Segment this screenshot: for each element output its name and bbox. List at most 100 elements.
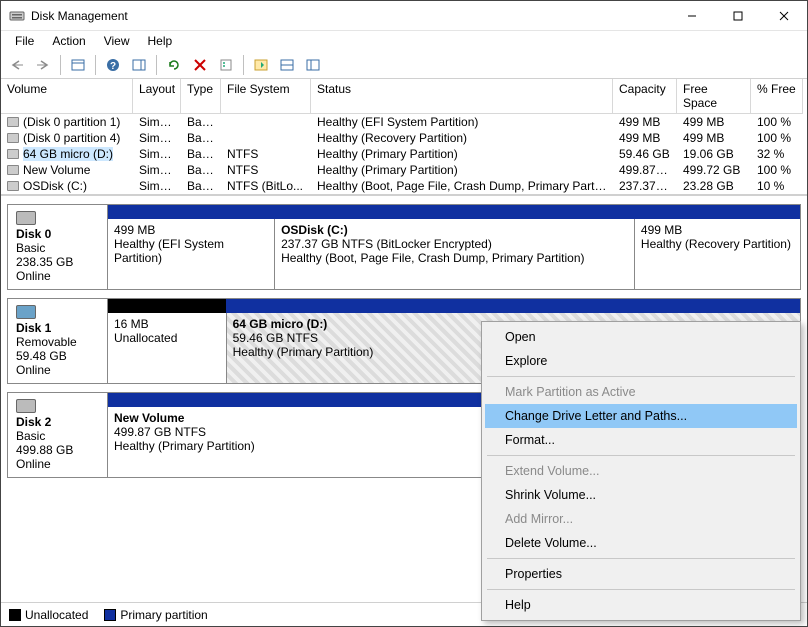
- delete-button[interactable]: [188, 54, 212, 76]
- menu-action[interactable]: Action: [44, 32, 93, 50]
- volume-free: 19.06 GB: [677, 146, 751, 162]
- volume-status: Healthy (Recovery Partition): [311, 130, 613, 146]
- disk-row: Disk 0Basic238.35 GBOnline499 MBHealthy …: [7, 204, 801, 290]
- volume-layout: Simple: [133, 146, 181, 162]
- volume-name: (Disk 0 partition 1): [23, 115, 120, 129]
- ctx-explore[interactable]: Explore: [485, 349, 797, 373]
- drive-icon: [7, 133, 19, 143]
- show-hide-console-button[interactable]: [66, 54, 90, 76]
- column-status[interactable]: Status: [311, 79, 613, 114]
- app-icon: [9, 8, 25, 24]
- disk-stripe: [108, 205, 800, 219]
- menu-help[interactable]: Help: [140, 32, 181, 50]
- disk-label: Disk 2: [16, 415, 101, 429]
- ctx-properties[interactable]: Properties: [485, 562, 797, 586]
- partition[interactable]: 499 MBHealthy (EFI System Partition): [108, 219, 274, 289]
- maximize-button[interactable]: [715, 1, 761, 31]
- menu-bar: File Action View Help: [1, 31, 807, 51]
- volume-type: Basic: [181, 178, 221, 194]
- disk-label: Disk 1: [16, 321, 101, 335]
- settings-top-button[interactable]: [249, 54, 273, 76]
- volume-type: Basic: [181, 146, 221, 162]
- ctx-help[interactable]: Help: [485, 593, 797, 617]
- window-title: Disk Management: [31, 9, 128, 23]
- ctx-change-drive-letter[interactable]: Change Drive Letter and Paths...: [485, 404, 797, 428]
- column-percent-free[interactable]: % Free: [751, 79, 803, 114]
- volume-name: 64 GB micro (D:): [23, 147, 113, 161]
- ctx-open[interactable]: Open: [485, 325, 797, 349]
- column-capacity[interactable]: Capacity: [613, 79, 677, 114]
- refresh-button[interactable]: [162, 54, 186, 76]
- volume-list-header: Volume Layout Type File System Status Ca…: [1, 79, 807, 114]
- ctx-shrink-volume[interactable]: Shrink Volume...: [485, 483, 797, 507]
- title-bar: Disk Management: [1, 1, 807, 31]
- ctx-delete-volume[interactable]: Delete Volume...: [485, 531, 797, 555]
- disk-icon: [16, 305, 36, 319]
- volume-name: OSDisk (C:): [23, 179, 87, 193]
- volume-row[interactable]: (Disk 0 partition 4) SimpleBasic Healthy (…: [1, 130, 807, 146]
- volume-filesystem: [221, 114, 311, 130]
- svg-text:?: ?: [110, 61, 116, 72]
- drive-icon: [7, 149, 19, 159]
- volume-row[interactable]: OSDisk (C:)SimpleBasicNTFS (BitLo...Heal…: [1, 178, 807, 194]
- forward-button[interactable]: [31, 54, 55, 76]
- volume-layout: Simple: [133, 130, 181, 146]
- minimize-button[interactable]: [669, 1, 715, 31]
- volume-row[interactable]: (Disk 0 partition 1)SimpleBasicHealthy (…: [1, 114, 807, 130]
- volume-filesystem: NTFS: [221, 162, 311, 178]
- volume-row[interactable]: New Volume SimpleBasicNTFSHealthy (Primar…: [1, 162, 807, 178]
- volume-name: (Disk 0 partition 4): [23, 131, 120, 145]
- partition-status: Healthy (EFI System Partition): [114, 237, 268, 265]
- partition[interactable]: 499 MBHealthy (Recovery Partition): [634, 219, 800, 289]
- volume-layout: Simple: [133, 162, 181, 178]
- partition-unallocated[interactable]: 16 MBUnallocated: [108, 313, 226, 383]
- show-hide-action-pane-button[interactable]: [127, 54, 151, 76]
- partition-status: Healthy (Recovery Partition): [641, 237, 794, 251]
- volume-list: Volume Layout Type File System Status Ca…: [1, 79, 807, 195]
- column-file-system[interactable]: File System: [221, 79, 311, 114]
- volume-type: Basic: [181, 162, 221, 178]
- volume-filesystem: [221, 130, 311, 146]
- volume-free: 23.28 GB: [677, 178, 751, 194]
- volume-layout: Simple: [133, 114, 181, 130]
- disk-label: Disk 0: [16, 227, 101, 241]
- drive-icon: [7, 165, 19, 175]
- partition-size: 499 MB: [641, 223, 794, 237]
- back-button[interactable]: [5, 54, 29, 76]
- disk-header[interactable]: Disk 1Removable59.48 GBOnline: [8, 299, 108, 383]
- properties-button[interactable]: [214, 54, 238, 76]
- volume-filesystem: NTFS: [221, 146, 311, 162]
- column-layout[interactable]: Layout: [133, 79, 181, 114]
- column-free-space[interactable]: Free Space: [677, 79, 751, 114]
- column-type[interactable]: Type: [181, 79, 221, 114]
- settings-list-button[interactable]: [301, 54, 325, 76]
- context-menu: Open Explore Mark Partition as Active Ch…: [481, 321, 801, 621]
- volume-filesystem: NTFS (BitLo...: [221, 178, 311, 194]
- partition-size: 16 MB: [114, 317, 220, 331]
- disk-state: Online: [16, 269, 101, 283]
- partition[interactable]: OSDisk (C:)237.37 GB NTFS (BitLocker Enc…: [274, 219, 634, 289]
- settings-bottom-button[interactable]: [275, 54, 299, 76]
- volume-capacity: 59.46 GB: [613, 146, 677, 162]
- menu-view[interactable]: View: [96, 32, 138, 50]
- toolbar: ?: [1, 51, 807, 79]
- disk-icon: [16, 211, 36, 225]
- disk-header[interactable]: Disk 0Basic238.35 GBOnline: [8, 205, 108, 289]
- close-button[interactable]: [761, 1, 807, 31]
- volume-percent-free: 100 %: [751, 130, 803, 146]
- disk-size: 499.88 GB: [16, 443, 101, 457]
- ctx-mark-active: Mark Partition as Active: [485, 380, 797, 404]
- volume-status: Healthy (Primary Partition): [311, 162, 613, 178]
- volume-percent-free: 100 %: [751, 114, 803, 130]
- menu-file[interactable]: File: [7, 32, 42, 50]
- volume-type: Basic: [181, 130, 221, 146]
- column-volume[interactable]: Volume: [1, 79, 133, 114]
- disk-header[interactable]: Disk 2Basic499.88 GBOnline: [8, 393, 108, 477]
- volume-row[interactable]: 64 GB micro (D:)SimpleBasicNTFSHealthy (…: [1, 146, 807, 162]
- disk-icon: [16, 399, 36, 413]
- ctx-format[interactable]: Format...: [485, 428, 797, 452]
- volume-layout: Simple: [133, 178, 181, 194]
- help-button[interactable]: ?: [101, 54, 125, 76]
- volume-name: New Volume: [23, 163, 90, 177]
- volume-capacity: 237.37 GB: [613, 178, 677, 194]
